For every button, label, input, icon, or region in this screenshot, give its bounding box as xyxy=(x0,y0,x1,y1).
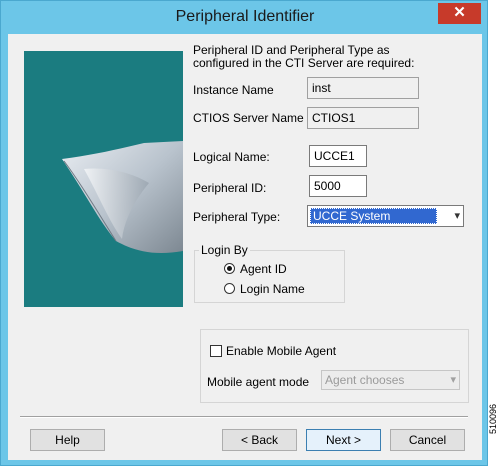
mobile-agent-group xyxy=(200,329,469,403)
peripheral-type-selected-value: UCCE System xyxy=(310,208,437,224)
agent-id-radio-label[interactable]: Agent ID xyxy=(240,262,287,276)
mobile-agent-mode-label: Mobile agent mode xyxy=(207,375,310,389)
login-name-radio[interactable] xyxy=(224,283,235,294)
title-bar[interactable]: Peripheral Identifier ✕ xyxy=(1,1,489,35)
chevron-down-icon: ▾ xyxy=(454,210,460,222)
instance-name-label: Instance Name xyxy=(193,83,274,97)
logical-name-label: Logical Name: xyxy=(193,150,270,164)
peripheral-type-select[interactable]: UCCE System ▾ xyxy=(307,205,464,227)
ctios-server-name-label: CTIOS Server Name xyxy=(193,111,304,125)
figure-id: 510096 xyxy=(488,403,498,434)
ctios-server-name-field: CTIOS1 xyxy=(307,107,419,129)
instance-name-field: inst xyxy=(307,77,419,99)
dialog-body: Peripheral ID and Peripheral Type as con… xyxy=(8,34,482,460)
login-by-legend: Login By xyxy=(199,243,250,257)
mobile-agent-mode-select: Agent chooses ▾ xyxy=(321,370,460,390)
dialog-title: Peripheral Identifier xyxy=(175,8,315,25)
mobile-agent-mode-value: Agent chooses xyxy=(325,373,405,387)
help-button[interactable]: Help xyxy=(30,429,105,451)
next-button[interactable]: Next > xyxy=(306,429,381,451)
login-name-radio-label[interactable]: Login Name xyxy=(240,282,305,296)
peripheral-identifier-dialog: Peripheral Identifier ✕ Peripheral ID an… xyxy=(0,0,488,466)
footer-divider xyxy=(20,416,468,418)
close-icon: ✕ xyxy=(453,4,466,21)
chevron-down-icon: ▾ xyxy=(450,374,456,386)
logical-name-input[interactable]: UCCE1 xyxy=(309,145,367,167)
wizard-graphic-icon xyxy=(62,141,183,253)
instructions-text: Peripheral ID and Peripheral Type as con… xyxy=(193,43,415,70)
back-button[interactable]: < Back xyxy=(222,429,297,451)
peripheral-id-label: Peripheral ID: xyxy=(193,181,267,195)
peripheral-id-input[interactable]: 5000 xyxy=(309,175,367,197)
enable-mobile-agent-label[interactable]: Enable Mobile Agent xyxy=(226,344,336,358)
close-button[interactable]: ✕ xyxy=(438,3,481,24)
wizard-side-image xyxy=(24,51,183,307)
enable-mobile-agent-checkbox[interactable] xyxy=(210,345,222,357)
peripheral-type-label: Peripheral Type: xyxy=(193,210,281,224)
cancel-button[interactable]: Cancel xyxy=(390,429,465,451)
agent-id-radio[interactable] xyxy=(224,263,235,274)
